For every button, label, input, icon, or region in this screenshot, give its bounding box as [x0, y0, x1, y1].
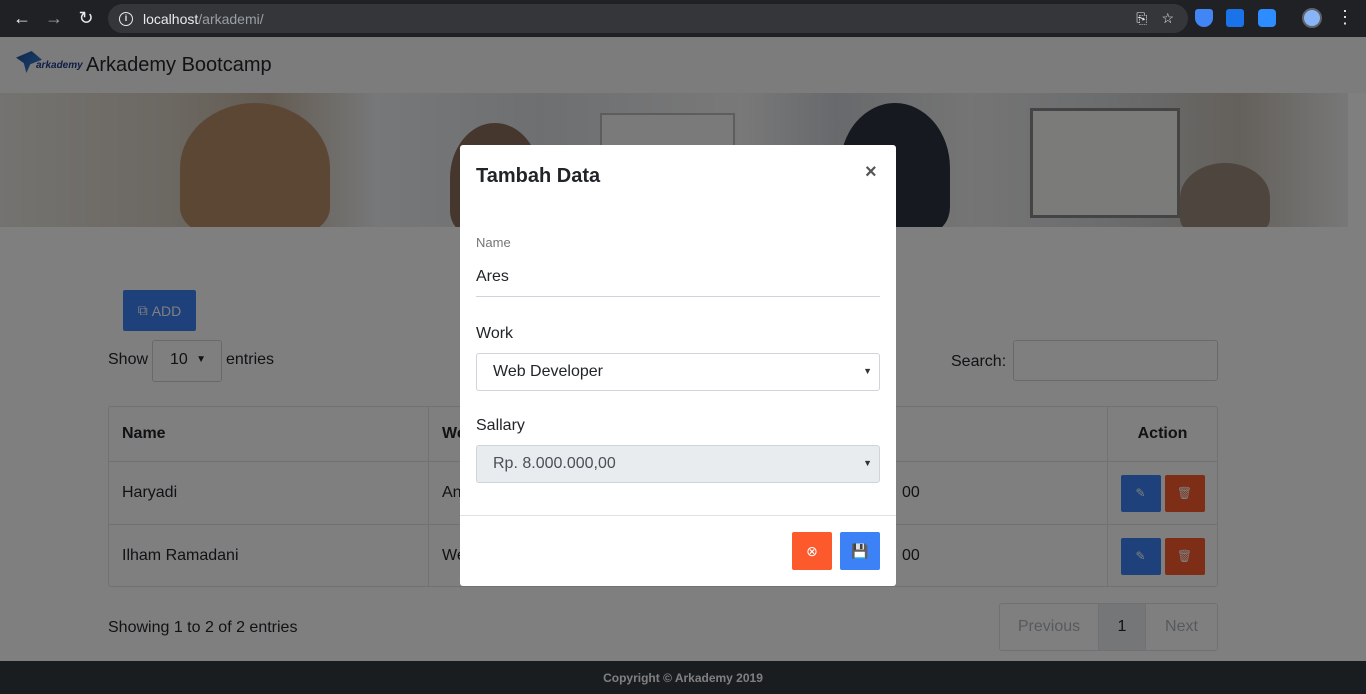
- video-extension-icon[interactable]: [1258, 9, 1276, 27]
- url-host: localhost: [143, 10, 199, 27]
- name-label: Name: [476, 235, 511, 250]
- name-input[interactable]: Ares: [476, 268, 509, 286]
- back-icon[interactable]: ←: [6, 8, 38, 29]
- reload-icon[interactable]: ↻: [70, 8, 102, 29]
- work-select[interactable]: Web Developer ▼: [476, 353, 880, 391]
- cancel-button[interactable]: ⊗: [792, 532, 832, 570]
- profile-avatar[interactable]: [1302, 8, 1322, 28]
- browser-toolbar: ← → ↻ i localhost/arkademi/ ⎘ ☆ ⋮: [0, 0, 1366, 37]
- work-select-value: Web Developer: [493, 363, 603, 380]
- chevron-down-icon: ▼: [863, 458, 872, 468]
- site-info-icon[interactable]: i: [119, 11, 133, 26]
- save-button[interactable]: 💾: [840, 532, 880, 570]
- close-icon[interactable]: ×: [865, 161, 877, 184]
- name-input-underline: [476, 296, 880, 297]
- url-path: /arkademi/: [198, 10, 264, 27]
- address-bar[interactable]: i localhost/arkademi/ ⎘ ☆: [108, 4, 1188, 33]
- download-extension-icon[interactable]: [1226, 9, 1244, 27]
- bookmark-star-icon[interactable]: ☆: [1161, 10, 1174, 27]
- work-label: Work: [476, 325, 514, 342]
- chevron-down-icon: ▼: [863, 366, 872, 376]
- sallary-select-value: Rp. 8.000.000,00: [493, 455, 616, 472]
- sallary-label: Sallary: [476, 417, 525, 434]
- url-text: localhost/arkademi/: [143, 11, 264, 27]
- forward-icon[interactable]: →: [38, 8, 70, 29]
- modal-title: Tambah Data: [476, 165, 601, 187]
- cancel-circle-icon: ⊗: [806, 542, 818, 559]
- modal-footer: ⊗ 💾: [460, 515, 896, 586]
- shield-extension-icon[interactable]: [1195, 9, 1213, 27]
- add-data-modal: Tambah Data × Name Ares Work Web Develop…: [460, 145, 896, 586]
- browser-menu-icon[interactable]: ⋮: [1336, 7, 1354, 28]
- save-floppy-icon: 💾: [851, 542, 869, 559]
- translate-icon[interactable]: ⎘: [1136, 10, 1147, 27]
- sallary-select[interactable]: Rp. 8.000.000,00 ▼: [476, 445, 880, 483]
